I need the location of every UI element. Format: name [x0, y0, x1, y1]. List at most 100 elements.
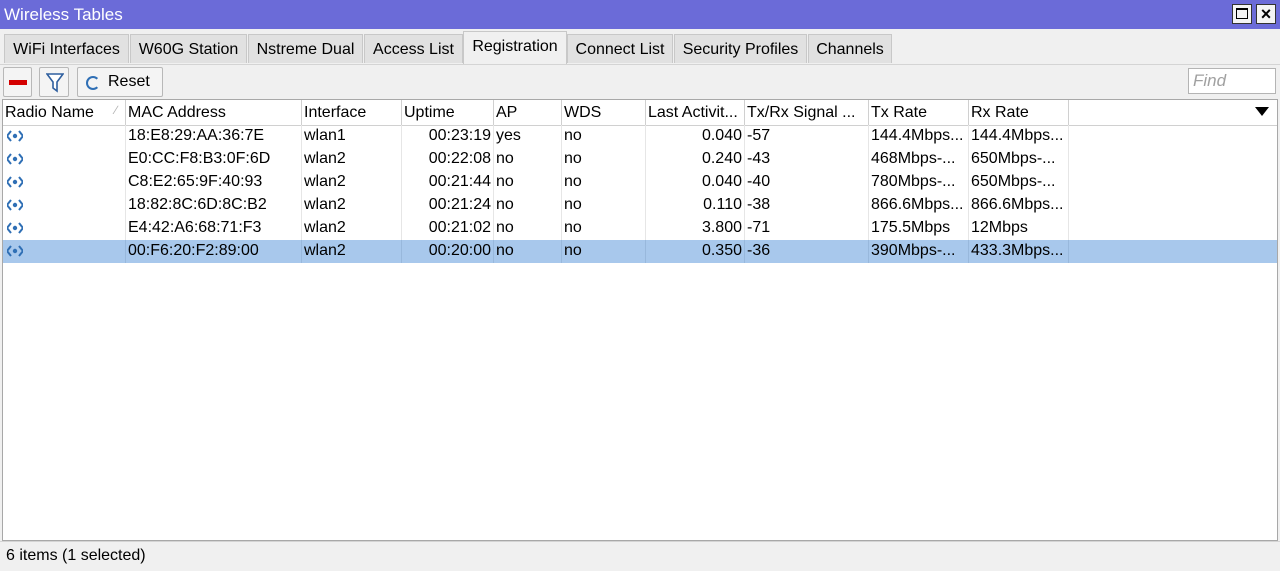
- mac-address-cell: 18:82:8C:6D:8C:B2: [126, 194, 302, 217]
- interface-cell: wlan2: [302, 240, 402, 263]
- title-bar: Wireless Tables ×: [0, 0, 1280, 29]
- status-bar: 6 items (1 selected): [0, 541, 1280, 571]
- column-header-rx-rate[interactable]: Rx Rate: [969, 100, 1069, 125]
- signal-cell: -57: [745, 125, 869, 148]
- column-header-wds[interactable]: WDS: [562, 100, 646, 125]
- close-icon: ×: [1260, 4, 1272, 24]
- tab-security-profiles[interactable]: Security Profiles: [674, 34, 807, 63]
- tx-rate-cell: 780Mbps-...: [869, 171, 969, 194]
- wireless-client-icon: [7, 222, 23, 234]
- tab-registration[interactable]: Registration: [463, 31, 567, 64]
- mac-address-cell: E4:42:A6:68:71:F3: [126, 217, 302, 240]
- last-activity-cell: 0.110: [646, 194, 745, 217]
- tab-wifi-interfaces[interactable]: WiFi Interfaces: [4, 34, 129, 63]
- signal-cell: -40: [745, 171, 869, 194]
- tx-rate-cell: 866.6Mbps...: [869, 194, 969, 217]
- signal-cell: -36: [745, 240, 869, 263]
- column-menu-icon[interactable]: [1255, 107, 1269, 116]
- wireless-client-icon: [7, 245, 23, 257]
- reset-icon: [86, 76, 100, 90]
- table-row[interactable]: E0:CC:F8:B3:0F:6D wlan2 00:22:08 no no 0…: [3, 148, 1277, 171]
- wireless-client-icon: [7, 130, 23, 142]
- table-row[interactable]: 18:E8:29:AA:36:7E wlan1 00:23:19 yes no …: [3, 125, 1277, 148]
- window-title: Wireless Tables: [4, 5, 123, 24]
- ap-cell: no: [494, 148, 562, 171]
- rx-rate-cell: 650Mbps-...: [969, 171, 1069, 194]
- tab-bar: WiFi Interfaces W60G Station Nstreme Dua…: [0, 29, 1280, 64]
- ap-cell: no: [494, 217, 562, 240]
- rx-rate-cell: 144.4Mbps...: [969, 125, 1069, 148]
- ap-cell: yes: [494, 125, 562, 148]
- mac-address-cell: 18:E8:29:AA:36:7E: [126, 125, 302, 148]
- wds-cell: no: [562, 125, 646, 148]
- wds-cell: no: [562, 171, 646, 194]
- tx-rate-cell: 390Mbps-...: [869, 240, 969, 263]
- wds-cell: no: [562, 148, 646, 171]
- tab-connect-list[interactable]: Connect List: [567, 34, 673, 63]
- column-header-tx-rx-signal[interactable]: Tx/Rx Signal ...: [745, 100, 869, 125]
- table-row[interactable]: E4:42:A6:68:71:F3 wlan2 00:21:02 no no 3…: [3, 217, 1277, 240]
- last-activity-cell: 3.800: [646, 217, 745, 240]
- ap-cell: no: [494, 194, 562, 217]
- column-header-tx-rate[interactable]: Tx Rate: [869, 100, 969, 125]
- column-header-uptime[interactable]: Uptime: [402, 100, 494, 125]
- tab-access-list[interactable]: Access List: [364, 34, 463, 63]
- interface-cell: wlan2: [302, 217, 402, 240]
- uptime-cell: 00:20:00: [402, 240, 494, 263]
- tx-rate-cell: 144.4Mbps...: [869, 125, 969, 148]
- reset-button[interactable]: Reset: [77, 67, 163, 97]
- last-activity-cell: 0.040: [646, 125, 745, 148]
- wireless-client-icon: [7, 199, 23, 211]
- tab-w60g-station[interactable]: W60G Station: [130, 34, 247, 63]
- sort-indicator-icon: ∕: [114, 103, 117, 117]
- tab-channels[interactable]: Channels: [808, 34, 892, 63]
- column-header-interface[interactable]: Interface: [302, 100, 402, 125]
- rx-rate-cell: 433.3Mbps...: [969, 240, 1069, 263]
- column-header-ap[interactable]: AP: [494, 100, 562, 125]
- column-header-mac-address[interactable]: MAC Address: [126, 100, 302, 125]
- last-activity-cell: 0.040: [646, 171, 745, 194]
- uptime-cell: 00:21:44: [402, 171, 494, 194]
- last-activity-cell: 0.350: [646, 240, 745, 263]
- mac-address-cell: E0:CC:F8:B3:0F:6D: [126, 148, 302, 171]
- uptime-cell: 00:23:19: [402, 125, 494, 148]
- interface-cell: wlan2: [302, 148, 402, 171]
- maximize-button[interactable]: [1232, 4, 1252, 24]
- interface-cell: wlan2: [302, 171, 402, 194]
- mac-address-cell: 00:F6:20:F2:89:00: [126, 240, 302, 263]
- find-input[interactable]: [1188, 68, 1276, 94]
- mac-address-cell: C8:E2:65:9F:40:93: [126, 171, 302, 194]
- tx-rate-cell: 468Mbps-...: [869, 148, 969, 171]
- wds-cell: no: [562, 217, 646, 240]
- wireless-client-icon: [7, 153, 23, 165]
- tab-nstreme-dual[interactable]: Nstreme Dual: [248, 34, 363, 63]
- ap-cell: no: [494, 240, 562, 263]
- filter-icon: [46, 73, 64, 93]
- rx-rate-cell: 12Mbps: [969, 217, 1069, 240]
- last-activity-cell: 0.240: [646, 148, 745, 171]
- table-row[interactable]: C8:E2:65:9F:40:93 wlan2 00:21:44 no no 0…: [3, 171, 1277, 194]
- wds-cell: no: [562, 240, 646, 263]
- uptime-cell: 00:22:08: [402, 148, 494, 171]
- registration-table: Radio Name ∕ MAC Address Interface Uptime…: [2, 99, 1278, 541]
- table-row-selected[interactable]: 00:F6:20:F2:89:00 wlan2 00:20:00 no no 0…: [3, 240, 1277, 263]
- wds-cell: no: [562, 194, 646, 217]
- table-row[interactable]: 18:82:8C:6D:8C:B2 wlan2 00:21:24 no no 0…: [3, 194, 1277, 217]
- item-count-status: 6 items (1 selected): [6, 547, 146, 564]
- column-header-last-activity[interactable]: Last Activit...: [646, 100, 745, 125]
- uptime-cell: 00:21:24: [402, 194, 494, 217]
- signal-cell: -43: [745, 148, 869, 171]
- rx-rate-cell: 866.6Mbps...: [969, 194, 1069, 217]
- column-header-radio-name[interactable]: Radio Name ∕: [3, 100, 126, 125]
- signal-cell: -38: [745, 194, 869, 217]
- rx-rate-cell: 650Mbps-...: [969, 148, 1069, 171]
- remove-button[interactable]: [3, 67, 32, 97]
- close-button[interactable]: ×: [1256, 4, 1276, 24]
- tx-rate-cell: 175.5Mbps: [869, 217, 969, 240]
- uptime-cell: 00:21:02: [402, 217, 494, 240]
- ap-cell: no: [494, 171, 562, 194]
- filter-button[interactable]: [39, 67, 69, 97]
- reset-label: Reset: [108, 73, 150, 90]
- table-header: Radio Name ∕ MAC Address Interface Uptime…: [3, 100, 1277, 126]
- interface-cell: wlan2: [302, 194, 402, 217]
